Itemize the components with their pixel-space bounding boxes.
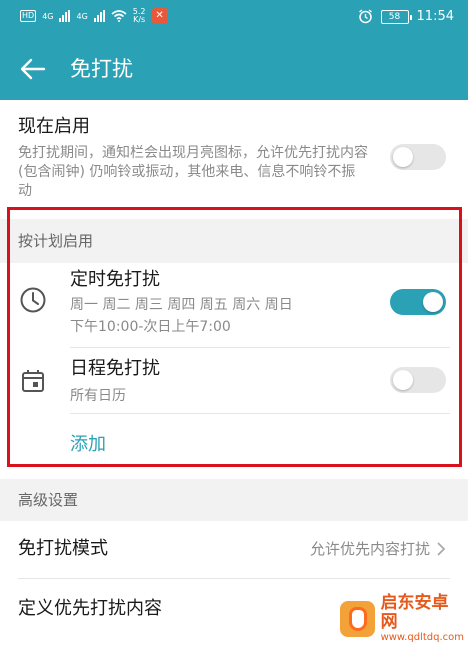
now-enabled-title: 现在启用 [18, 116, 90, 137]
status-bar: HD 4G 4G 5.2 K/s ✕ 58 11:54 [0, 0, 468, 34]
divider [18, 578, 450, 579]
advanced-section-header: 高级设置 [0, 479, 468, 521]
app-notification-icon: ✕ [151, 8, 168, 24]
net-speed-unit: K/s [133, 15, 146, 24]
net-speed: 5.2 K/s [133, 8, 146, 24]
divider [70, 347, 450, 348]
scheduled-dnd-row[interactable]: 定时免打扰 周一 周二 周三 周四 周五 周六 周日 下午10:00-次日上午7… [70, 268, 370, 338]
clock-icon [20, 287, 46, 313]
battery-level: 58 [388, 11, 401, 22]
status-time: 11:54 [416, 9, 454, 24]
hd-badge: HD [20, 10, 37, 22]
toggle-knob [393, 147, 413, 167]
scheduled-dnd-time: 下午10:00-次日上午7:00 [70, 319, 231, 335]
toggle-knob [423, 292, 443, 312]
dnd-mode-value-text: 允许优先内容打扰 [309, 540, 430, 558]
alarm-icon [358, 9, 372, 24]
scheduled-dnd-title: 定时免打扰 [70, 269, 160, 290]
signal-icon-1 [59, 10, 71, 22]
battery-icon: 58 [380, 9, 412, 24]
back-arrow-icon[interactable] [18, 54, 48, 84]
scheduled-dnd-toggle[interactable] [390, 289, 446, 315]
network-type-1: 4G [42, 11, 54, 21]
wifi-icon [111, 10, 127, 22]
calendar-dnd-toggle[interactable] [390, 367, 446, 393]
toggle-knob [393, 370, 413, 390]
watermark-name: 启东安卓网 [380, 593, 449, 632]
app-bar: HD 4G 4G 5.2 K/s ✕ 58 11:54 免打扰 [0, 0, 468, 100]
status-right: 58 11:54 [358, 9, 454, 24]
schedule-section-header: 按计划启用 [0, 219, 468, 263]
calendar-dnd-subtitle: 所有日历 [70, 388, 126, 404]
priority-content-row[interactable]: 定义优先打扰内容 [18, 596, 162, 622]
calendar-dnd-row[interactable]: 日程免打扰 所有日历 [70, 357, 370, 407]
scheduled-dnd-days: 周一 周二 周三 周四 周五 周六 周日 [70, 297, 293, 313]
dnd-mode-row[interactable]: 免打扰模式 [18, 536, 108, 562]
chevron-right-icon [437, 542, 446, 556]
divider [70, 413, 450, 414]
watermark-url: www.qdltdq.com [380, 632, 464, 643]
now-enabled-row[interactable]: 现在启用 免打扰期间，通知栏会出现月亮图标，允许优先打扰内容 (包含闹钟) 仍响… [18, 114, 368, 201]
now-enabled-description: 免打扰期间，通知栏会出现月亮图标，允许优先打扰内容 (包含闹钟) 仍响铃或振动，… [18, 145, 368, 199]
network-type-2: 4G [76, 11, 88, 21]
signal-icon-2 [93, 10, 105, 22]
now-enabled-toggle[interactable] [390, 144, 446, 170]
status-left: HD 4G 4G 5.2 K/s ✕ [20, 8, 168, 24]
watermark-icon [340, 601, 375, 637]
watermark-text: 启东安卓网 www.qdltdq.com [381, 594, 464, 644]
page-title: 免打扰 [70, 57, 133, 81]
dnd-mode-value[interactable]: 允许优先内容打扰 [310, 536, 446, 562]
calendar-dnd-title: 日程免打扰 [70, 358, 160, 379]
add-schedule-link[interactable]: 添加 [70, 432, 106, 458]
watermark-logo: 启东安卓网 www.qdltdq.com [336, 594, 464, 644]
calendar-icon [22, 370, 44, 392]
